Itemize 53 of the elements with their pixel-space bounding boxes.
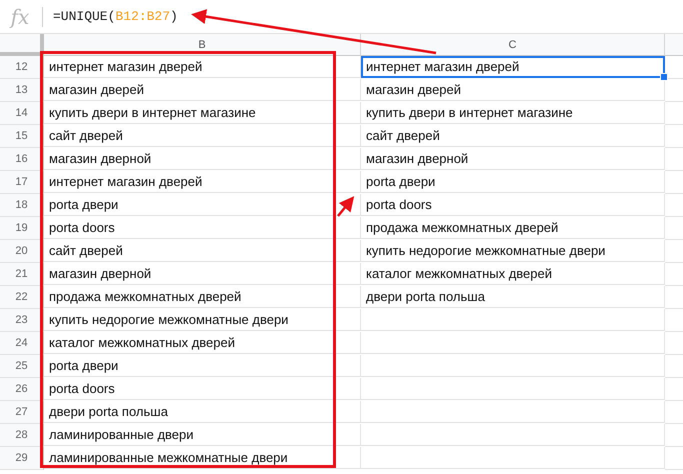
row-number[interactable]: 25 bbox=[0, 355, 44, 378]
row-number[interactable]: 13 bbox=[0, 79, 44, 102]
table-cell: купить недорогие межкомнатные двери bbox=[44, 309, 361, 331]
table-cell: магазин дверной bbox=[44, 263, 361, 285]
formula-text[interactable]: =UNIQUE(B12:B27) bbox=[53, 9, 178, 24]
row-number[interactable]: 12 bbox=[0, 56, 44, 79]
row-number[interactable]: 23 bbox=[0, 309, 44, 332]
row-number[interactable]: 20 bbox=[0, 240, 44, 263]
row-number[interactable]: 15 bbox=[0, 125, 44, 148]
row-number[interactable]: 28 bbox=[0, 424, 44, 447]
table-cell: porta doors bbox=[361, 194, 665, 216]
table-cell: porta двери bbox=[361, 171, 665, 193]
row-number[interactable]: 19 bbox=[0, 217, 44, 240]
table-cell: сайт дверей bbox=[44, 125, 361, 147]
table-cell: магазин дверей bbox=[44, 79, 361, 101]
row-number[interactable]: 24 bbox=[0, 332, 44, 355]
table-cell: купить двери в интернет магазине bbox=[361, 102, 665, 124]
table-cell: двери porta польша bbox=[361, 286, 665, 308]
fill-handle[interactable] bbox=[660, 73, 668, 81]
row-number[interactable]: 17 bbox=[0, 171, 44, 194]
row-number[interactable]: 18 bbox=[0, 194, 44, 217]
row-number[interactable]: 14 bbox=[0, 102, 44, 125]
table-cell: сайт дверей bbox=[44, 240, 361, 262]
table-cell: купить двери в интернет магазине bbox=[44, 102, 361, 124]
selected-cell: интернет магазин дверей bbox=[361, 56, 665, 78]
row-number[interactable]: 26 bbox=[0, 378, 44, 401]
row-number[interactable]: 22 bbox=[0, 286, 44, 309]
row-number[interactable]: 21 bbox=[0, 263, 44, 286]
arrow bbox=[337, 196, 354, 217]
table-cell: интернет магазин дверей bbox=[44, 171, 361, 193]
table-cell: продажа межкомнатных дверей bbox=[44, 286, 361, 308]
table-cell: porta doors bbox=[44, 378, 361, 400]
table-cell: porta двери bbox=[44, 355, 361, 377]
table-cell: интернет магазин дверей bbox=[44, 56, 361, 78]
table-cell: каталог межкомнатных дверей bbox=[361, 263, 665, 285]
row-number[interactable]: 29 bbox=[0, 447, 44, 470]
table-cell: продажа межкомнатных дверей bbox=[361, 217, 665, 239]
table-cell: купить недорогие межкомнатные двери bbox=[361, 240, 665, 262]
column-header[interactable]: C bbox=[361, 34, 665, 56]
row-number[interactable]: 27 bbox=[0, 401, 44, 424]
table-cell: магазин дверной bbox=[361, 148, 665, 170]
row-number[interactable]: 16 bbox=[0, 148, 44, 171]
table-cell: магазин дверей bbox=[361, 79, 665, 101]
corner-header[interactable] bbox=[0, 34, 44, 56]
table-cell: ламинированные межкомнатные двери bbox=[44, 447, 361, 469]
function-icon: fx bbox=[4, 4, 36, 28]
table-cell: сайт дверей bbox=[361, 125, 665, 147]
table-cell: ламинированные двери bbox=[44, 424, 361, 446]
table-cell: porta двери bbox=[44, 194, 361, 216]
table-cell: porta doors bbox=[44, 217, 361, 239]
table-cell: двери porta польша bbox=[44, 401, 361, 423]
table-cell: магазин дверной bbox=[44, 148, 361, 170]
table-cell: каталог межкомнатных дверей bbox=[44, 332, 361, 354]
